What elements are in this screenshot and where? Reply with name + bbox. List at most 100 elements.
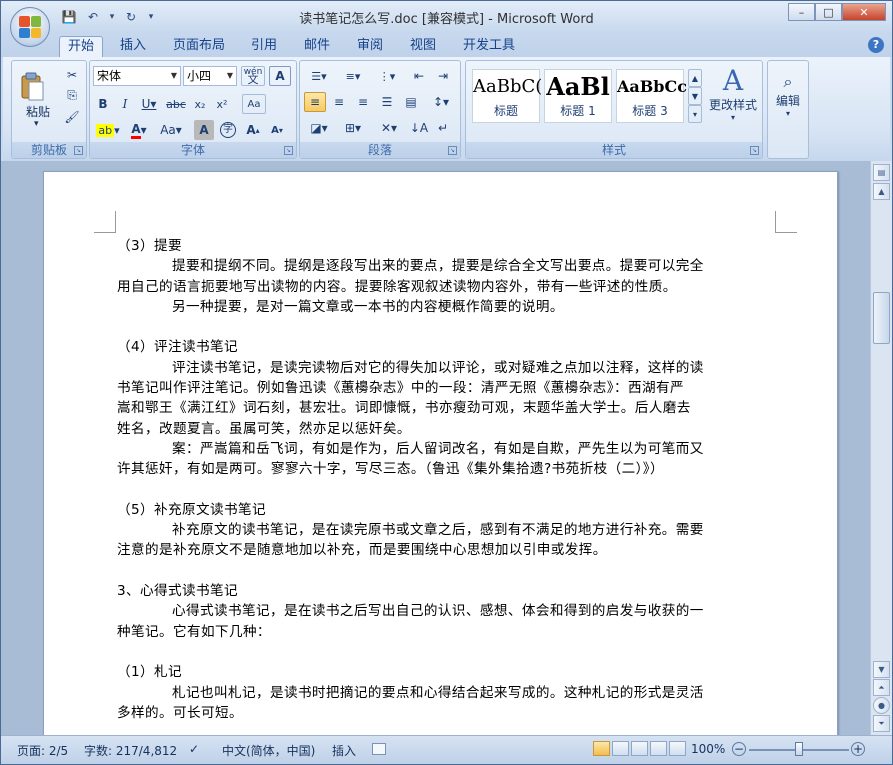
shrink-font-icon[interactable]: A ▾ (266, 120, 288, 140)
numbering-icon[interactable]: ≡▾ (338, 66, 368, 86)
shading-icon[interactable]: ◪▾ (304, 118, 334, 138)
copy-icon[interactable]: ⎘ (62, 85, 82, 105)
previous-page-icon[interactable]: ⏶ (873, 679, 890, 696)
paragraph-line[interactable]: 补充原文的读书笔记，是在读完原书或文章之后，感到有不满足的地方进行补充。需要 (117, 520, 782, 540)
tab-developer[interactable]: 开发工具 (457, 36, 521, 57)
draft-view-icon[interactable] (669, 741, 686, 756)
paragraph-line[interactable]: 种笔记。它有如下几种： (117, 622, 782, 642)
paragraph-line[interactable]: 提要和提纲不同。提纲是逐段写出来的要点，提要是综合全文写出要点。提要可以完全 (117, 256, 782, 276)
strikethrough-button[interactable]: abc (164, 94, 188, 114)
bold-button[interactable]: B (94, 94, 112, 114)
maximize-button[interactable]: □ (815, 3, 842, 21)
tab-review[interactable]: 审阅 (350, 36, 390, 57)
font-color-button[interactable]: A ▾ (126, 120, 152, 140)
align-right-icon[interactable]: ≡ (352, 92, 374, 112)
font-launcher-icon[interactable]: ↘ (284, 146, 293, 155)
paragraph-line[interactable]: （4）评注读书笔记 (117, 337, 782, 357)
change-styles-button[interactable]: A 更改样式 ▾ (706, 65, 760, 123)
paragraph-line[interactable]: 多样的。可长可短。 (117, 703, 782, 723)
style-tile-title[interactable]: AaBbC( 标题 (472, 69, 542, 123)
minimize-button[interactable]: – (788, 3, 815, 21)
proofing-icon[interactable]: ✓ (189, 742, 199, 756)
page-count[interactable]: 页面: 2/5 (17, 742, 68, 759)
subscript-button[interactable]: x₂ (190, 94, 210, 114)
justify-icon[interactable]: ☰ (376, 92, 398, 112)
editing-button[interactable]: ⌕ 编辑 ▾ (772, 67, 804, 123)
ruler-toggle-icon[interactable]: ▤ (873, 164, 890, 181)
next-page-icon[interactable]: ⏷ (873, 715, 890, 732)
help-icon[interactable]: ? (868, 37, 884, 53)
phonetic-guide-button[interactable]: wén 文 (241, 66, 265, 86)
styles-launcher-icon[interactable]: ↘ (750, 146, 759, 155)
scroll-thumb[interactable] (873, 292, 890, 344)
paragraph-line[interactable]: 3、心得式读书笔记 (117, 581, 782, 601)
tab-view[interactable]: 视图 (403, 36, 443, 57)
show-marks-icon[interactable]: ↵ (432, 118, 454, 138)
paragraph-launcher-icon[interactable]: ↘ (448, 146, 457, 155)
font-family-select[interactable]: 宋体 ▼ (93, 66, 181, 86)
increase-indent-icon[interactable]: ⇥ (432, 66, 454, 86)
enclose-characters-button[interactable]: 字 (218, 120, 238, 140)
clear-formatting-icon[interactable]: Aa (242, 94, 266, 114)
change-case-button[interactable]: Aa▾ (156, 120, 186, 140)
styles-more-icon[interactable]: ▾ (688, 105, 702, 123)
highlight-button[interactable]: ab ▾ (94, 120, 122, 140)
blank-line[interactable] (117, 317, 782, 337)
office-button[interactable] (10, 7, 50, 47)
paragraph-line[interactable]: （5）补充原文读书笔记 (117, 500, 782, 520)
blank-line[interactable] (117, 642, 782, 662)
scroll-up-icon[interactable]: ▲ (873, 183, 890, 200)
macro-record-icon[interactable] (372, 743, 386, 755)
tab-insert[interactable]: 插入 (113, 36, 153, 57)
full-screen-reading-icon[interactable] (612, 741, 629, 756)
clipboard-launcher-icon[interactable]: ↘ (74, 146, 83, 155)
align-left-icon[interactable]: ≡ (304, 92, 326, 112)
cut-icon[interactable]: ✂ (62, 65, 82, 85)
borders-icon[interactable]: ⊞▾ (338, 118, 368, 138)
scroll-down-icon[interactable]: ▼ (873, 661, 890, 678)
close-button[interactable]: ✕ (842, 3, 886, 21)
blank-line[interactable] (117, 480, 782, 500)
align-center-icon[interactable]: ≡ (328, 92, 350, 112)
paragraph-line[interactable]: 札记也叫札记，是读书时把摘记的要点和心得结合起来写成的。这种札记的形式是灵活 (117, 683, 782, 703)
format-painter-icon[interactable]: 🖌 (62, 107, 82, 127)
word-count[interactable]: 字数: 217/4,812 (84, 742, 177, 759)
superscript-button[interactable]: x² (212, 94, 232, 114)
vertical-scrollbar[interactable]: ▤ ▲ ▼ ⏶ ● ⏷ (870, 161, 892, 735)
paragraph-line[interactable]: 许其惩奸，有如是两可。寥寥六十字，写尽三态。（鲁迅《集外集拾遗?书苑折枝（二）》… (117, 459, 782, 479)
zoom-out-icon[interactable]: − (732, 742, 746, 756)
distributed-icon[interactable]: ▤ (400, 92, 422, 112)
paragraph-line[interactable]: 嵩和鄂王《满江红》词石刻，甚宏壮。词即慷慨，书亦瘦劲可观，末题华盖大学士。后人磨… (117, 398, 782, 418)
zoom-in-icon[interactable]: + (851, 742, 865, 756)
sort-icon[interactable]: ↓A (408, 118, 430, 138)
document-body[interactable]: （3）提要 提要和提纲不同。提纲是逐段写出来的要点，提要是综合全文写出要点。提要可… (117, 236, 782, 723)
underline-button[interactable]: U▾ (138, 94, 160, 114)
bullets-icon[interactable]: ☰▾ (304, 66, 334, 86)
browse-object-icon[interactable]: ● (873, 697, 890, 714)
line-spacing-icon[interactable]: ↕▾ (426, 92, 456, 112)
paragraph-line[interactable]: （1）札记 (117, 662, 782, 682)
decrease-indent-icon[interactable]: ⇤ (408, 66, 430, 86)
character-border-button[interactable]: A (269, 66, 291, 86)
tab-page-layout[interactable]: 页面布局 (166, 36, 232, 57)
tab-references[interactable]: 引用 (244, 36, 284, 57)
italic-button[interactable]: I (116, 94, 134, 114)
language-indicator[interactable]: 中文(简体，中国) (222, 742, 315, 759)
document-page[interactable]: （3）提要 提要和提纲不同。提纲是逐段写出来的要点，提要是综合全文写出要点。提要可… (43, 171, 838, 735)
grow-font-icon[interactable]: A ▴ (242, 120, 264, 140)
paragraph-line[interactable]: （3）提要 (117, 236, 782, 256)
asian-layout-icon[interactable]: ✕▾ (374, 118, 404, 138)
font-size-select[interactable]: 小四 ▼ (183, 66, 237, 86)
multilevel-list-icon[interactable]: ⋮▾ (372, 66, 402, 86)
tab-mailings[interactable]: 邮件 (297, 36, 337, 57)
outline-view-icon[interactable] (650, 741, 667, 756)
paste-dropdown-icon[interactable]: ▾ (34, 119, 39, 129)
style-tile-heading1[interactable]: AaBl 标题 1 (544, 69, 612, 123)
paragraph-line[interactable]: 用自己的语言扼要地写出读物的内容。提要除客观叙述读物内容外，带有一些评述的性质。 (117, 277, 782, 297)
paragraph-line[interactable]: 姓名，改题夏言。虽属可笑，然亦足以惩奸矣。 (117, 419, 782, 439)
styles-scroll-up-icon[interactable]: ▲ (688, 69, 702, 87)
style-tile-heading3[interactable]: AaBbCc 标题 3 (616, 69, 687, 123)
tab-home[interactable]: 开始 (59, 36, 103, 57)
insert-mode-indicator[interactable]: 插入 (332, 742, 356, 759)
paragraph-line[interactable]: 另一种提要，是对一篇文章或一本书的内容梗概作简要的说明。 (117, 297, 782, 317)
